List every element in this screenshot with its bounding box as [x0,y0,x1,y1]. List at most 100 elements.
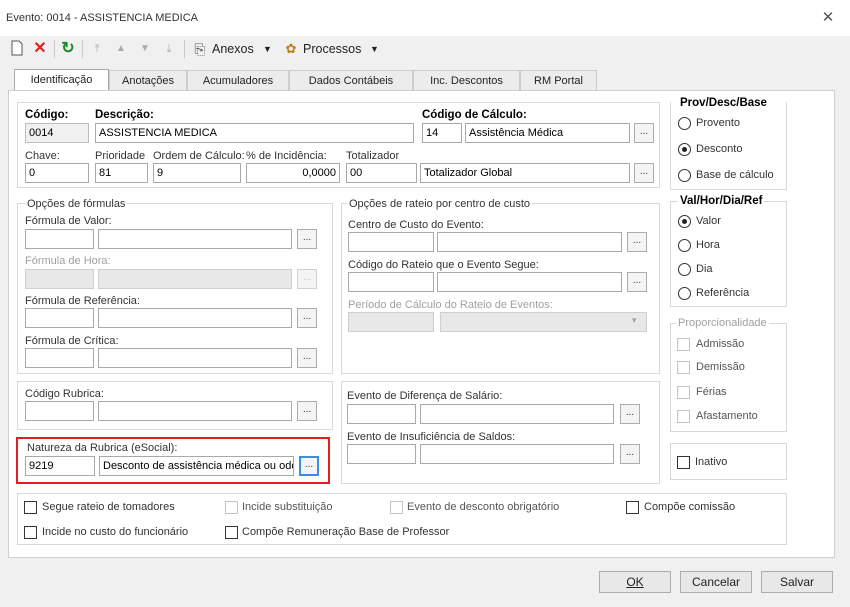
check-incide-substituicao[interactable] [225,501,238,514]
cancel-button[interactable]: Cancelar [680,571,752,593]
codigo-rateio-label: Código do Rateio que o Evento Segue: [348,259,539,271]
descricao-field[interactable]: ASSISTENCIA MEDICA [95,123,414,143]
insuficiencia-saldos-code[interactable] [347,444,416,464]
formula-referencia-label: Fórmula de Referência: [25,295,140,307]
radio-provento[interactable] [678,117,691,130]
processos-menu[interactable]: Processos [303,42,361,56]
next-record-icon[interactable]: ▼ [136,40,154,58]
totalizador-lookup-button[interactable]: ... [634,163,654,183]
formula-valor-lookup-button[interactable]: ... [297,229,317,249]
formula-critica-code[interactable] [25,348,94,368]
check-demissao[interactable] [677,361,690,374]
radio-hora[interactable] [678,239,691,252]
formula-hora-code[interactable] [25,269,94,289]
check-compoe-comissao[interactable] [626,501,639,514]
codigo-calculo-field[interactable]: 14 [422,123,462,143]
prov-desc-base-title: Prov/Desc/Base [678,97,769,109]
tab-anotacoes[interactable]: Anotações [109,70,187,91]
diferenca-salario-desc[interactable] [420,404,614,424]
formula-hora-lookup-button[interactable]: ... [297,269,317,289]
formula-critica-lookup-button[interactable]: ... [297,348,317,368]
formula-valor-code[interactable] [25,229,94,249]
tab-acumuladores[interactable]: Acumuladores [187,70,289,91]
totalizador-desc-field[interactable]: Totalizador Global [420,163,630,183]
check-remuneracao-professor[interactable] [225,526,238,539]
incidencia-field[interactable]: 0,0000 [246,163,340,183]
formula-referencia-lookup-button[interactable]: ... [297,308,317,328]
new-icon[interactable] [8,40,26,58]
chevron-down-icon[interactable]: ▼ [263,44,272,54]
rateio-group-title: Opções de rateio por centro de custo [347,198,532,210]
chevron-down-icon[interactable]: ▾ [632,315,637,326]
prioridade-field[interactable]: 81 [95,163,148,183]
codigo-rateio-lookup-button[interactable]: ... [627,272,647,292]
chevron-down-icon[interactable]: ▼ [370,44,379,54]
tab-rm-portal[interactable]: RM Portal [520,70,597,91]
radio-valor[interactable] [678,215,691,228]
formula-critica-desc[interactable] [98,348,292,368]
insuficiencia-saldos-desc[interactable] [420,444,614,464]
close-icon[interactable]: ✕ [817,7,839,29]
codigo-rubrica-code[interactable] [25,401,94,421]
radio-referencia[interactable] [678,287,691,300]
codigo-rateio-desc[interactable] [437,272,622,292]
check-admissao[interactable] [677,338,690,351]
val-hor-dia-ref-title: Val/Hor/Dia/Ref [678,195,765,207]
radio-valor-label: Valor [696,215,721,227]
formula-referencia-code[interactable] [25,308,94,328]
check-incide-custo[interactable] [24,526,37,539]
codigo-calculo-desc[interactable]: Assistência Médica [465,123,630,143]
anexos-menu[interactable]: Anexos [212,42,254,56]
check-demissao-label: Demissão [696,361,745,373]
codigo-rateio-code[interactable] [348,272,434,292]
check-ferias[interactable] [677,386,690,399]
check-inativo[interactable] [677,456,690,469]
save-button[interactable]: Salvar [761,571,833,593]
chave-field[interactable]: 0 [25,163,89,183]
check-afastamento[interactable] [677,410,690,423]
check-desconto-obrigatorio[interactable] [390,501,403,514]
formula-valor-label: Fórmula de Valor: [25,215,112,227]
tab-identificacao[interactable]: Identificação [14,69,109,92]
toolbar-separator [82,40,83,58]
codigo-calculo-lookup-button[interactable]: ... [634,123,654,143]
diferenca-salario-code[interactable] [347,404,416,424]
ok-button[interactable]: OK [599,571,671,593]
radio-dia[interactable] [678,263,691,276]
proporcionalidade-title: Proporcionalidade [676,317,769,329]
radio-desconto-label: Desconto [696,143,743,155]
formula-referencia-desc[interactable] [98,308,292,328]
check-afastamento-label: Afastamento [696,410,758,422]
last-record-icon[interactable]: ⤓ [160,40,178,58]
formula-valor-desc[interactable] [98,229,292,249]
first-record-icon[interactable]: ⤒ [88,40,106,58]
check-segue-rateio[interactable] [24,501,37,514]
codigo-label: Código: [25,109,69,121]
window-title: Evento: 0014 - ASSISTENCIA MEDICA [6,12,198,24]
codigo-calculo-label: Código de Cálculo: [422,109,527,121]
centro-custo-lookup-button[interactable]: ... [627,232,647,252]
periodo-rateio-code[interactable] [348,312,434,332]
tab-dados-contabeis[interactable]: Dados Contábeis [289,70,413,91]
delete-icon[interactable]: ✕ [31,40,49,58]
previous-record-icon[interactable]: ▲ [112,40,130,58]
codigo-field[interactable]: 0014 [25,123,89,143]
radio-desconto[interactable] [678,143,691,156]
radio-dia-label: Dia [696,263,713,275]
toolbar-separator [54,40,55,58]
diferenca-salario-lookup-button[interactable]: ... [620,404,640,424]
codigo-rubrica-desc[interactable] [98,401,292,421]
centro-custo-desc[interactable] [437,232,622,252]
formula-hora-desc[interactable] [98,269,292,289]
tab-inc-descontos[interactable]: Inc. Descontos [413,70,520,91]
formula-critica-label: Fórmula de Crítica: [25,335,119,347]
refresh-icon[interactable]: ↻ [59,40,77,58]
totalizador-code-field[interactable]: 00 [346,163,417,183]
centro-custo-code[interactable] [348,232,434,252]
radio-base-calculo[interactable] [678,169,691,182]
insuficiencia-saldos-lookup-button[interactable]: ... [620,444,640,464]
codigo-rubrica-lookup-button[interactable]: ... [297,401,317,421]
ordem-calculo-field[interactable]: 9 [153,163,241,183]
periodo-rateio-select[interactable] [440,312,647,332]
toolbar-separator [184,40,185,58]
